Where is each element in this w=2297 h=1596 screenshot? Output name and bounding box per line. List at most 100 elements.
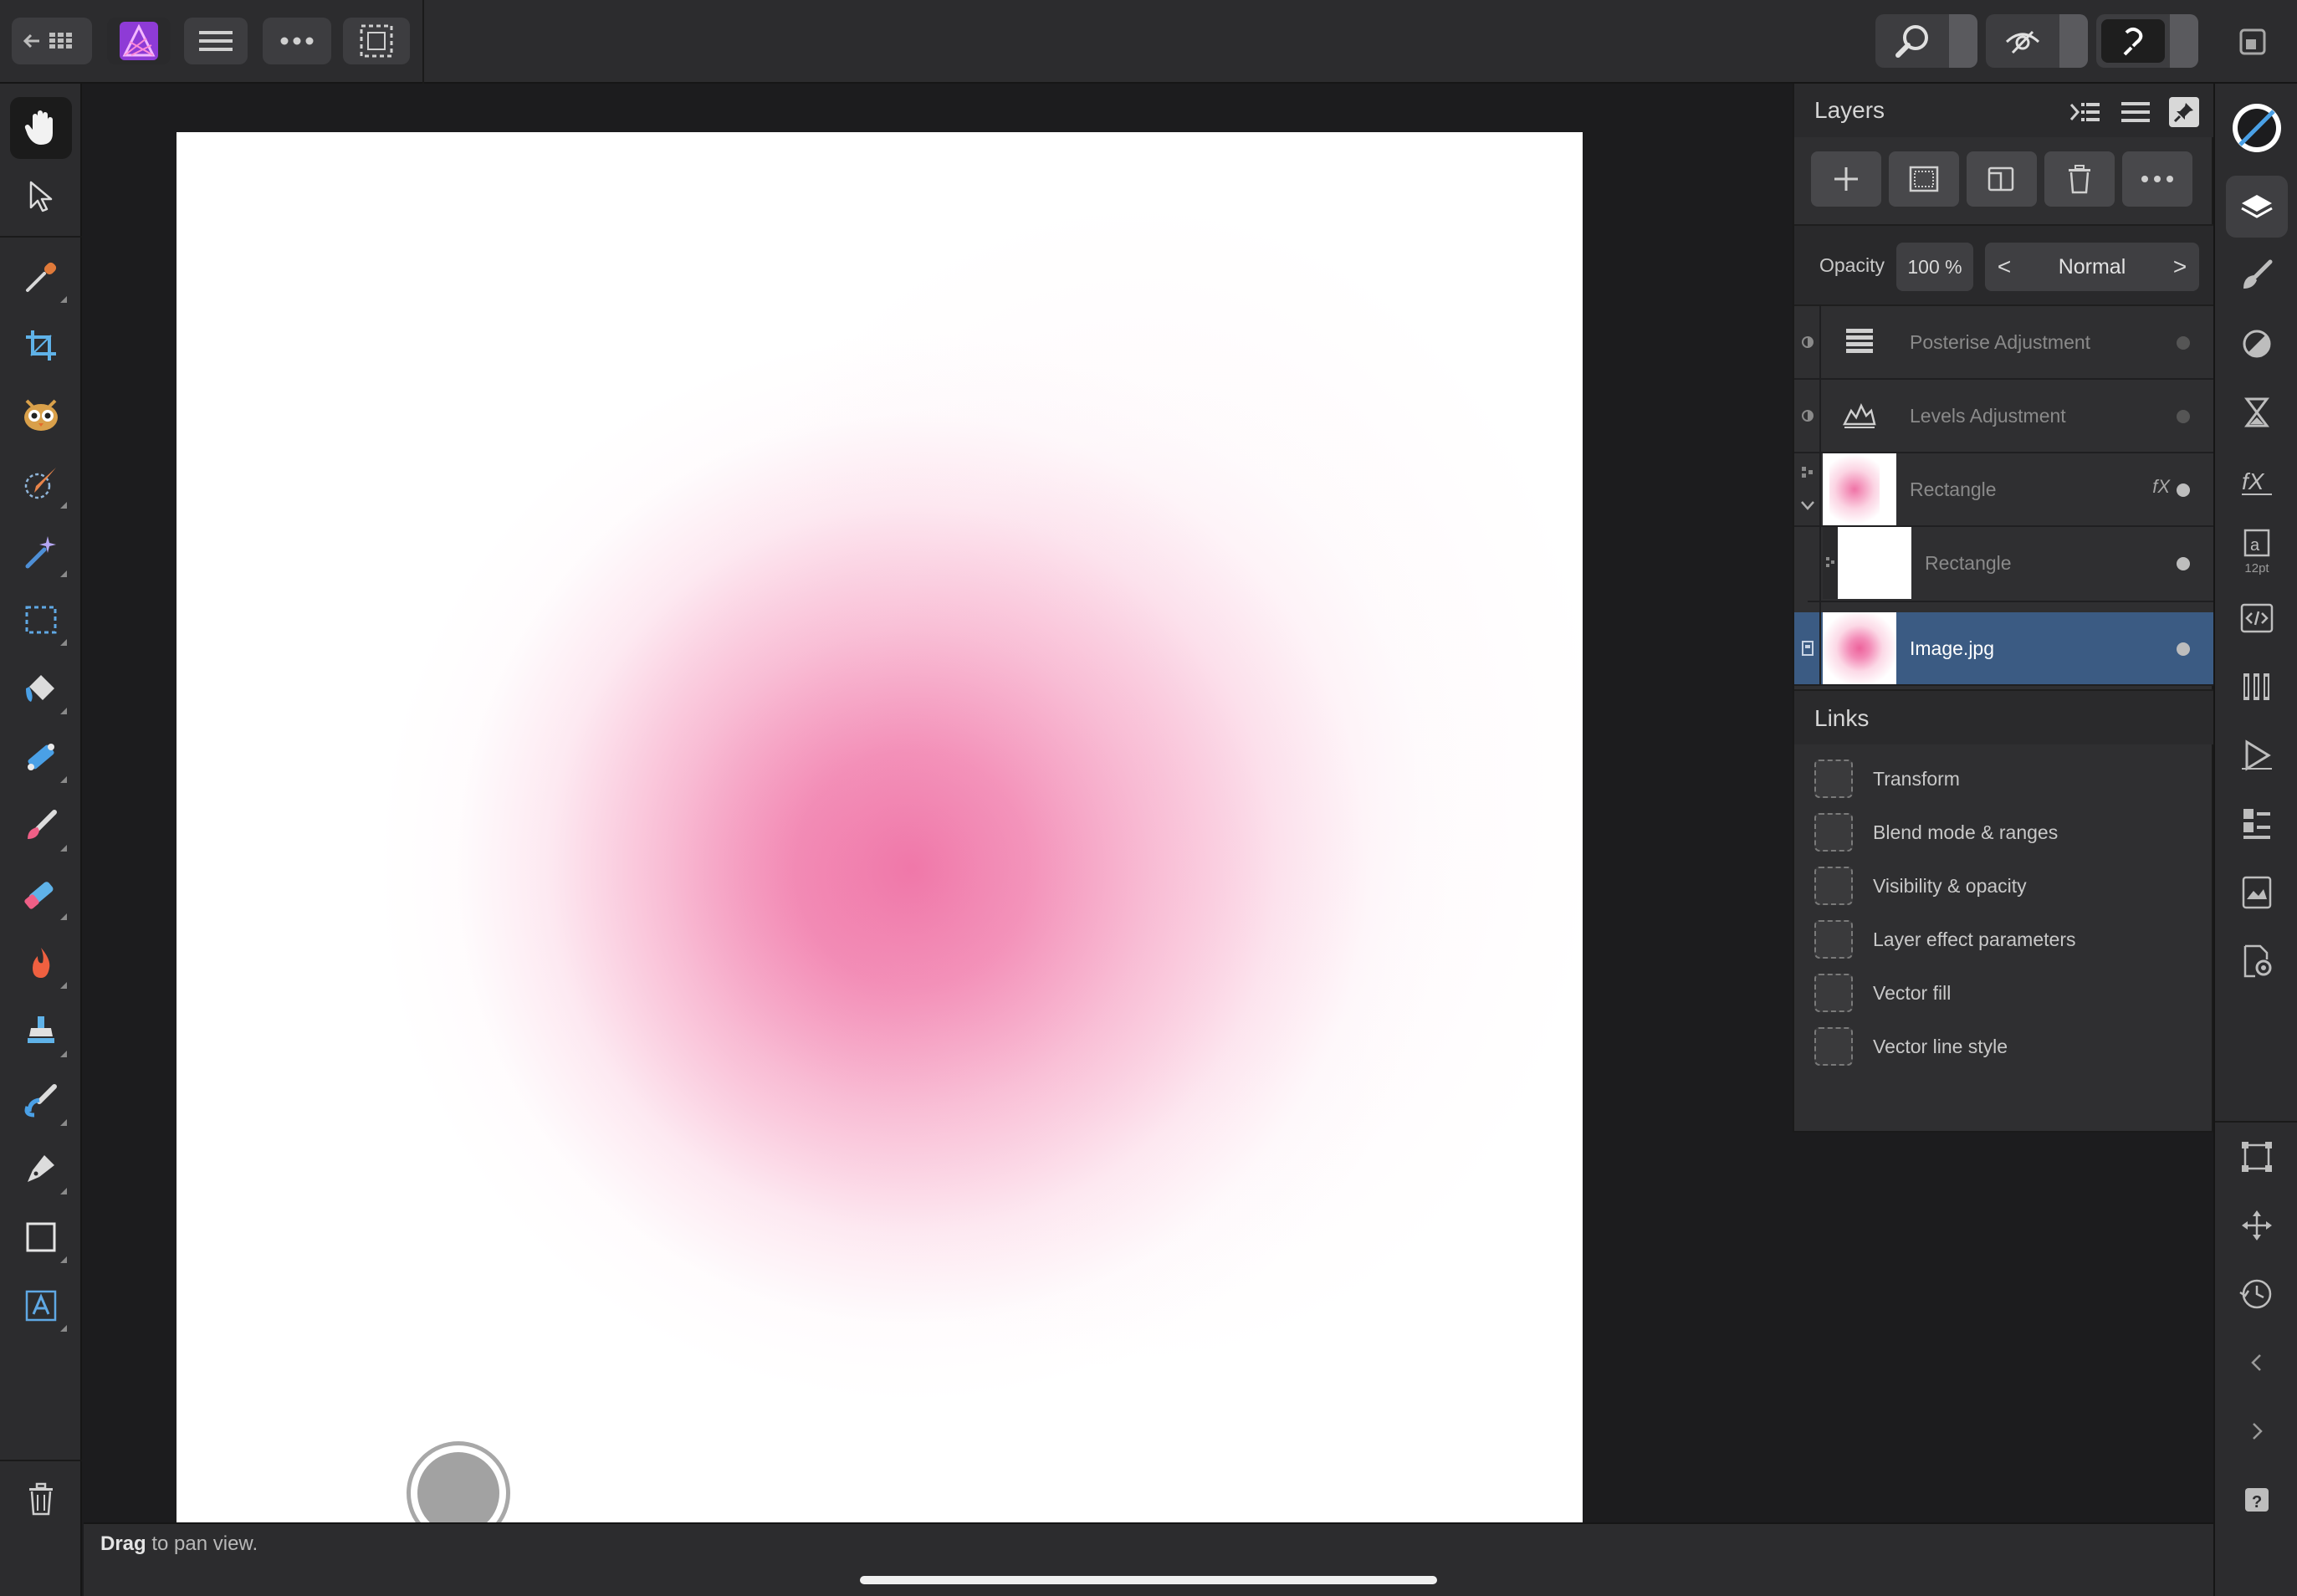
flood-fill-tool[interactable] <box>10 657 72 719</box>
html-studio-button[interactable] <box>2226 587 2288 649</box>
marquee-tool[interactable] <box>10 589 72 651</box>
layer-row[interactable]: Rectangle fX <box>1794 453 2213 527</box>
rectangle-tool[interactable] <box>10 1206 72 1268</box>
window-resize-button[interactable] <box>2238 28 2272 56</box>
layer-visibility-toggle[interactable] <box>2177 336 2190 350</box>
layer-row[interactable]: Levels Adjustment <box>1794 380 2213 453</box>
erase-brush-tool[interactable] <box>10 863 72 925</box>
redo-button[interactable] <box>2226 1400 2288 1462</box>
artistic-text-tool[interactable] <box>10 1275 72 1337</box>
pin-panel-button[interactable] <box>2169 97 2199 127</box>
panel-menu-button[interactable] <box>2119 95 2152 129</box>
navigator-studio-button[interactable] <box>2226 862 2288 923</box>
view-quality-button[interactable] <box>1986 14 2059 68</box>
layer-row[interactable]: Posterise Adjustment <box>1794 306 2213 380</box>
color-swatch-button[interactable] <box>2226 97 2288 159</box>
delete-layer-button[interactable] <box>2044 151 2115 207</box>
snapping-button[interactable] <box>2101 19 2165 63</box>
blend-mode-selector[interactable]: < Normal > <box>1985 243 2199 291</box>
zoom-dropdown[interactable] <box>1949 14 1977 68</box>
rectangle-thumbnail <box>1823 453 1896 525</box>
document-canvas[interactable] <box>176 132 1583 1522</box>
layer-visibility-toggle[interactable] <box>2177 410 2190 423</box>
zoom-group[interactable] <box>1875 14 1977 68</box>
link-item-blend-mode[interactable]: Blend mode & ranges <box>1814 811 2207 853</box>
document-settings-button[interactable] <box>2226 930 2288 992</box>
link-item-transform[interactable]: Transform <box>1814 758 2207 800</box>
layers-studio-button[interactable] <box>2226 176 2288 238</box>
move-tool[interactable] <box>10 166 72 228</box>
link-checkbox[interactable] <box>1814 867 1853 905</box>
fx-badge[interactable]: fX <box>2152 476 2170 498</box>
opacity-field[interactable]: 100 % <box>1896 243 1973 291</box>
layers-header: Layers <box>1794 84 2213 137</box>
clone-brush-tool[interactable] <box>10 1000 72 1062</box>
artistic-text-tool-icon <box>25 1290 57 1322</box>
layer-more-button[interactable] <box>2122 151 2192 207</box>
link-item-visibility[interactable]: Visibility & opacity <box>1814 865 2207 907</box>
add-mask-button[interactable] <box>1889 151 1959 207</box>
blend-prev-button[interactable]: < <box>1985 243 2023 291</box>
history-scrub-button[interactable] <box>2226 1263 2288 1325</box>
fx-studio-button[interactable]: fX <box>2226 450 2288 512</box>
smudge-brush-tool[interactable] <box>10 1069 72 1131</box>
collapse-panel-button[interactable] <box>2068 95 2101 129</box>
history-studio-button[interactable] <box>2226 381 2288 443</box>
snapping-dropdown[interactable] <box>2170 14 2198 68</box>
blend-next-button[interactable]: > <box>2161 243 2199 291</box>
help-button[interactable]: ? <box>2226 1469 2288 1531</box>
character-studio-button[interactable]: a 12pt <box>2226 519 2288 581</box>
undo-button[interactable] <box>2226 1332 2288 1394</box>
move-nudge-button[interactable] <box>2226 1194 2288 1256</box>
layer-gutter <box>1794 612 1821 684</box>
home-indicator[interactable] <box>860 1576 1437 1584</box>
link-item-vector-fill[interactable]: Vector fill <box>1814 972 2207 1014</box>
layer-visibility-toggle[interactable] <box>2177 557 2190 570</box>
back-to-documents-button[interactable] <box>12 18 92 64</box>
layer-visibility-toggle[interactable] <box>2177 642 2190 656</box>
crop-tool[interactable] <box>10 315 72 376</box>
link-item-vector-line-style[interactable]: Vector line style <box>1814 1026 2207 1067</box>
links-title: Links <box>1814 705 1870 731</box>
brushes-studio-button[interactable] <box>2226 244 2288 306</box>
paint-brush-tool[interactable] <box>10 795 72 857</box>
color-picker-tool[interactable] <box>10 246 72 308</box>
main-menu-button[interactable] <box>184 18 248 64</box>
link-checkbox[interactable] <box>1814 760 1853 798</box>
pink-gradient-halo <box>176 132 1583 1522</box>
delete-button[interactable] <box>10 1468 72 1530</box>
link-label: Layer effect parameters <box>1873 928 2076 950</box>
link-checkbox[interactable] <box>1814 920 1853 959</box>
selection-brush-tool[interactable] <box>10 452 72 514</box>
adjustments-studio-button[interactable] <box>2226 313 2288 375</box>
link-item-layer-effects[interactable]: Layer effect parameters <box>1814 918 2207 960</box>
layer-row-selected[interactable]: Image.jpg <box>1794 612 2213 686</box>
zoom-button[interactable] <box>1875 14 1949 68</box>
add-layer-button[interactable] <box>1811 151 1881 207</box>
selection-options-button[interactable] <box>343 18 410 64</box>
opacity-blend-row: Opacity 100 % < Normal > <box>1794 224 2213 306</box>
pen-tool[interactable] <box>10 1138 72 1200</box>
view-quality-dropdown[interactable] <box>2059 14 2088 68</box>
red-eye-tool[interactable] <box>10 383 72 445</box>
flood-select-tool[interactable] <box>10 520 72 582</box>
dodge-brush-tool[interactable] <box>10 932 72 994</box>
group-layers-button[interactable] <box>1967 151 2037 207</box>
selection-marquee-icon <box>360 24 393 58</box>
snapping-group[interactable] <box>2096 14 2198 68</box>
macro-studio-button[interactable] <box>2226 724 2288 786</box>
gradient-tool[interactable] <box>10 726 72 788</box>
view-quality-group[interactable] <box>1986 14 2088 68</box>
layer-visibility-toggle[interactable] <box>2177 483 2190 497</box>
transform-studio-button[interactable] <box>2226 1126 2288 1188</box>
link-checkbox[interactable] <box>1814 1027 1853 1066</box>
link-checkbox[interactable] <box>1814 813 1853 852</box>
link-checkbox[interactable] <box>1814 974 1853 1012</box>
hand-tool[interactable] <box>10 97 72 159</box>
more-options-button[interactable] <box>263 18 331 64</box>
link-label: Transform <box>1873 768 1960 790</box>
channels-studio-button[interactable] <box>2226 656 2288 718</box>
assets-studio-button[interactable] <box>2226 793 2288 855</box>
app-persona-button[interactable] <box>107 18 171 64</box>
move-tool-icon <box>29 181 53 212</box>
